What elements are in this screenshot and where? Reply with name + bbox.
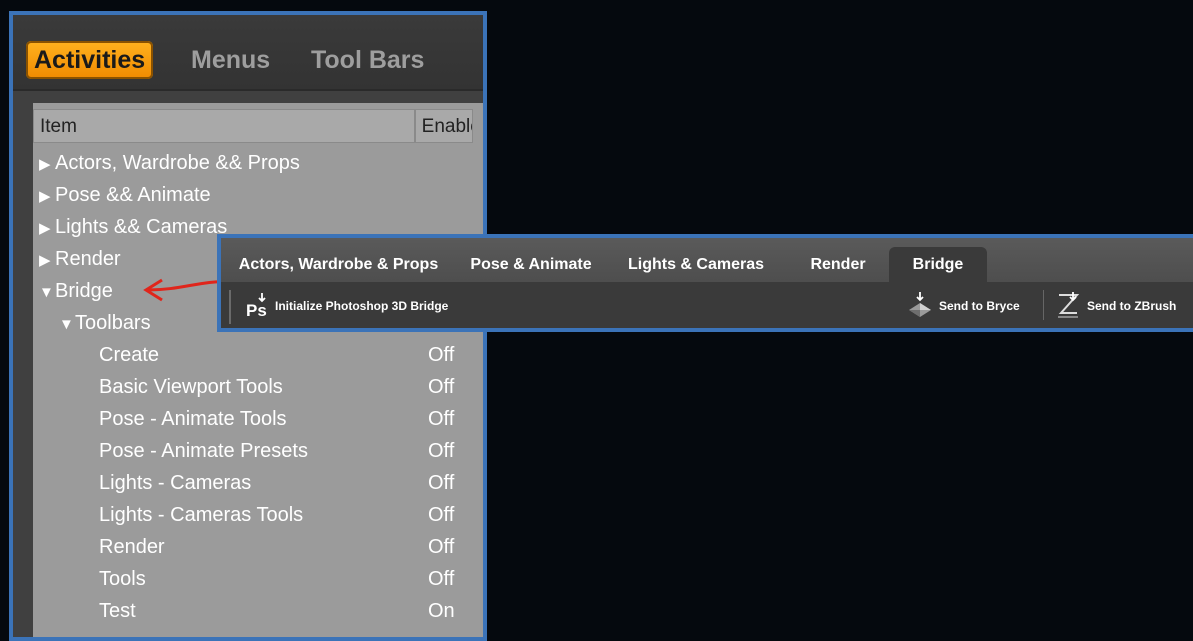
toolbar-grip-handle[interactable] <box>229 290 231 324</box>
tree-row-label: Lights - Cameras <box>99 472 252 494</box>
send-to-bryce-button[interactable]: Send to Bryce <box>907 288 1020 324</box>
tab-menus[interactable]: Menus <box>183 41 278 79</box>
tab-activities[interactable]: Activities <box>26 41 154 79</box>
tree-row-label: Render <box>55 248 121 270</box>
tree-row-label: Render <box>99 536 165 558</box>
enabled-toggle[interactable]: Off <box>428 531 454 563</box>
enabled-toggle[interactable]: Off <box>428 467 454 499</box>
tree-row-create[interactable]: Create Off <box>33 339 483 371</box>
list-header: Item Enabled <box>33 109 473 143</box>
tree-row-actors-wardrobe-props[interactable]: ▶ Actors, Wardrobe && Props <box>33 147 483 181</box>
tree-row-label: Pose && Animate <box>55 184 211 206</box>
bridge-toolbar: Ps Initialize Photoshop 3D Bridge Send t… <box>221 282 1193 328</box>
bryce-icon <box>909 292 931 317</box>
enabled-toggle[interactable]: Off <box>428 339 454 371</box>
enabled-toggle[interactable]: Off <box>428 435 454 467</box>
tree-row-label: Actors, Wardrobe && Props <box>55 152 300 174</box>
toolbar-separator <box>1043 290 1044 320</box>
activities-tree-list: Item Enabled ▶Actors, Wardrobe && Props … <box>33 103 483 637</box>
enabled-toggle[interactable]: Off <box>428 403 454 435</box>
expand-arrow-icon[interactable]: ▶ <box>39 181 55 213</box>
activity-tab-bar: Actors, Wardrobe & Props Pose & Animate … <box>221 238 1193 282</box>
tab-tool-bars[interactable]: Tool Bars <box>303 41 432 79</box>
tree-row-tools[interactable]: Tools Off <box>33 563 483 595</box>
dialog-tab-bar: Activities Menus Tool Bars <box>13 15 483 91</box>
button-label: Initialize Photoshop 3D Bridge <box>275 299 449 313</box>
enabled-toggle[interactable]: Off <box>428 371 454 403</box>
tree-row-label: Lights - Cameras Tools <box>99 504 304 526</box>
column-header-enabled[interactable]: Enabled <box>414 109 473 143</box>
tree-row-lights-cameras-sub[interactable]: Lights - Cameras Off <box>33 467 483 499</box>
expand-arrow-icon[interactable]: ▶ <box>39 149 55 181</box>
enabled-toggle[interactable]: Off <box>428 499 454 531</box>
tree-row-label: Tools <box>99 568 146 590</box>
tab-pose-animate[interactable]: Pose & Animate <box>461 247 601 282</box>
tab-render[interactable]: Render <box>793 247 883 282</box>
button-label: Send to ZBrush <box>1087 299 1177 313</box>
tree-row-pose-animate[interactable]: ▶ Pose && Animate <box>33 179 483 213</box>
tab-lights-cameras[interactable]: Lights & Cameras <box>616 247 776 282</box>
column-header-item[interactable]: Item <box>33 109 415 143</box>
tab-bridge[interactable]: Bridge <box>889 247 987 282</box>
collapse-arrow-icon[interactable]: ▼ <box>59 309 75 341</box>
photoshop-icon: Ps <box>246 293 267 320</box>
tree-row-label: Test <box>99 600 136 622</box>
svg-text:Ps: Ps <box>246 301 267 320</box>
tree-row-lights-cameras-tools[interactable]: Lights - Cameras Tools Off <box>33 499 483 531</box>
tab-actors-wardrobe-props[interactable]: Actors, Wardrobe & Props <box>231 247 446 282</box>
zbrush-icon <box>1058 292 1080 318</box>
tree-row-pose-animate-presets[interactable]: Pose - Animate Presets Off <box>33 435 483 467</box>
tree-row-render-sub[interactable]: Render Off <box>33 531 483 563</box>
tree-row-basic-viewport-tools[interactable]: Basic Viewport Tools Off <box>33 371 483 403</box>
expand-arrow-icon[interactable]: ▶ <box>39 245 55 277</box>
tree-row-label: Basic Viewport Tools <box>99 376 283 398</box>
tree-row-label: Pose - Animate Presets <box>99 440 308 462</box>
enabled-toggle[interactable]: On <box>428 595 455 627</box>
tree-row-label: Toolbars <box>75 312 151 334</box>
expand-arrow-icon[interactable]: ▶ <box>39 213 55 245</box>
tree-row-label: Create <box>99 344 160 366</box>
send-to-zbrush-button[interactable]: Send to ZBrush <box>1055 288 1176 324</box>
collapse-arrow-icon[interactable]: ▼ <box>39 277 55 309</box>
tree-row-label: Pose - Animate Tools <box>99 408 287 430</box>
activity-toolbar-panel: Actors, Wardrobe & Props Pose & Animate … <box>217 234 1193 332</box>
tree-row-label: Bridge <box>55 280 113 302</box>
button-label: Send to Bryce <box>939 299 1020 313</box>
tree-row-pose-animate-tools[interactable]: Pose - Animate Tools Off <box>33 403 483 435</box>
enabled-toggle[interactable]: Off <box>428 563 454 595</box>
initialize-photoshop-bridge-button[interactable]: Ps Initialize Photoshop 3D Bridge <box>245 288 448 324</box>
tree-row-label: Lights && Cameras <box>55 216 228 238</box>
tree-row-test[interactable]: Test On <box>33 595 483 627</box>
